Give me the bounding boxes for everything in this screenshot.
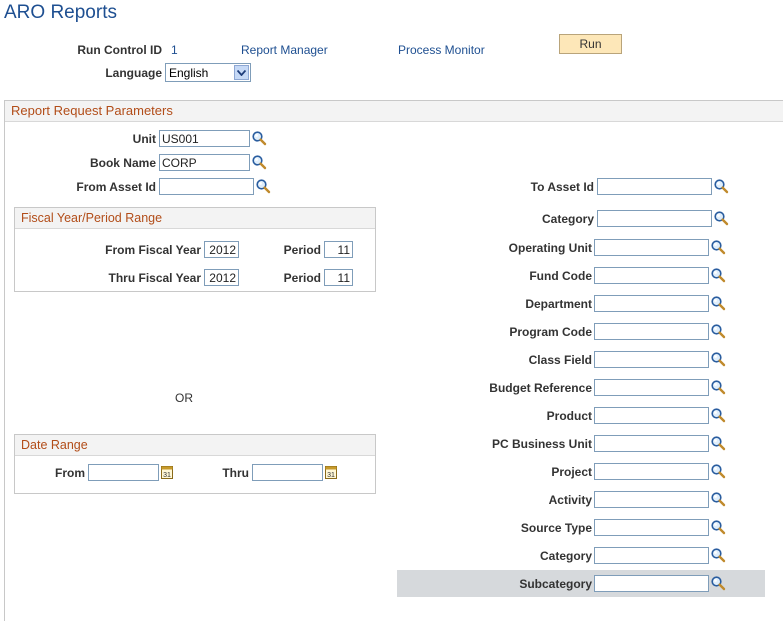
magnifier-icon[interactable] [710, 323, 726, 339]
from-asset-id-input[interactable] [159, 178, 254, 195]
pc-business-unit-label: PC Business Unit [491, 437, 592, 451]
operating-unit-input[interactable] [594, 239, 709, 256]
project-label: Project [551, 465, 592, 479]
from-asset-id-label: From Asset Id [76, 180, 156, 194]
chevron-down-icon[interactable] [234, 65, 249, 80]
fiscal-period-title: Fiscal Year/Period Range [15, 208, 375, 229]
product-label: Product [546, 409, 592, 423]
book-name-input[interactable]: CORP [159, 154, 250, 171]
magnifier-icon[interactable] [251, 154, 267, 170]
page-title: ARO Reports [4, 2, 117, 23]
report-manager-link[interactable]: Report Manager [241, 43, 328, 57]
department-input[interactable] [594, 295, 709, 312]
category-input[interactable] [597, 210, 712, 227]
magnifier-icon[interactable] [710, 463, 726, 479]
run-button[interactable]: Run [559, 34, 622, 54]
language-select[interactable]: English [165, 63, 251, 82]
category-label: Category [541, 212, 594, 226]
date-thru-label: Thru [222, 466, 249, 480]
activity-input[interactable] [594, 491, 709, 508]
fund-code-input[interactable] [594, 267, 709, 284]
magnifier-icon[interactable] [713, 178, 729, 194]
magnifier-icon[interactable] [710, 491, 726, 507]
fund-code-label: Fund Code [529, 269, 592, 283]
date-thru-input[interactable] [252, 464, 323, 481]
from-fiscal-year-input[interactable]: 2012 [204, 241, 239, 258]
unit-input[interactable]: US001 [159, 130, 250, 147]
from-period-input[interactable]: 11 [324, 241, 353, 258]
budget-reference-label: Budget Reference [489, 381, 592, 395]
source-type-label: Source Type [520, 521, 592, 535]
thru-period-input[interactable]: 11 [324, 269, 353, 286]
magnifier-icon[interactable] [710, 407, 726, 423]
product-input[interactable] [594, 407, 709, 424]
calendar-icon[interactable] [325, 465, 337, 479]
language-label: Language [105, 66, 162, 80]
program-code-input[interactable] [594, 323, 709, 340]
to-asset-id-input[interactable] [597, 178, 712, 195]
magnifier-icon[interactable] [710, 239, 726, 255]
pc-business-unit-input[interactable] [594, 435, 709, 452]
activity-label: Activity [548, 493, 592, 507]
book-name-label: Book Name [89, 156, 156, 170]
from-period-label: Period [283, 243, 321, 257]
program-code-label: Program Code [509, 325, 592, 339]
magnifier-icon[interactable] [710, 575, 726, 591]
or-separator: OR [175, 391, 193, 405]
class-field-label: Class Field [528, 353, 592, 367]
magnifier-icon[interactable] [710, 435, 726, 451]
magnifier-icon[interactable] [710, 267, 726, 283]
run-control-value: 1 [171, 43, 178, 57]
date-range-title: Date Range [15, 435, 375, 456]
thru-period-label: Period [283, 271, 321, 285]
subcategory-label: Subcategory [519, 577, 592, 591]
date-from-input[interactable] [88, 464, 159, 481]
budget-reference-input[interactable] [594, 379, 709, 396]
process-monitor-link[interactable]: Process Monitor [398, 43, 485, 57]
magnifier-icon[interactable] [710, 547, 726, 563]
date-from-label: From [55, 466, 85, 480]
category-2-input[interactable] [594, 547, 709, 564]
department-label: Department [525, 297, 592, 311]
magnifier-icon[interactable] [255, 178, 271, 194]
magnifier-icon[interactable] [710, 351, 726, 367]
source-type-input[interactable] [594, 519, 709, 536]
category-2-label: Category [539, 549, 592, 563]
thru-fiscal-year-input[interactable]: 2012 [204, 269, 239, 286]
project-input[interactable] [594, 463, 709, 480]
magnifier-icon[interactable] [710, 519, 726, 535]
thru-fiscal-year-label: Thru Fiscal Year [108, 271, 202, 285]
magnifier-icon[interactable] [710, 379, 726, 395]
run-control-label: Run Control ID [77, 43, 162, 57]
calendar-icon[interactable] [161, 465, 173, 479]
section-title: Report Request Parameters [5, 101, 783, 122]
magnifier-icon[interactable] [713, 210, 729, 226]
subcategory-input[interactable] [594, 575, 709, 592]
class-field-input[interactable] [594, 351, 709, 368]
from-fiscal-year-label: From Fiscal Year [105, 243, 201, 257]
magnifier-icon[interactable] [710, 295, 726, 311]
magnifier-icon[interactable] [251, 130, 267, 146]
to-asset-id-label: To Asset Id [530, 180, 594, 194]
unit-label: Unit [132, 132, 156, 146]
language-value: English [169, 66, 209, 80]
operating-unit-label: Operating Unit [508, 241, 592, 255]
